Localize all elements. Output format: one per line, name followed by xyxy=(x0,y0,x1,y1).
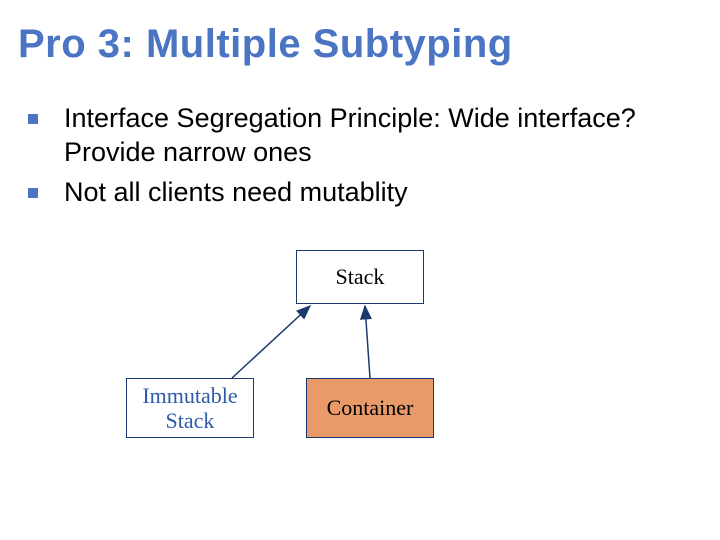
arrow-immutable-to-stack xyxy=(232,306,310,378)
box-immutable-stack: Immutable Stack xyxy=(126,378,254,438)
bullet-list: Interface Segregation Principle: Wide in… xyxy=(28,102,688,215)
box-stack: Stack xyxy=(296,250,424,304)
arrow-container-to-stack xyxy=(365,306,370,378)
slide-title: Pro 3: Multiple Subtyping xyxy=(18,22,513,67)
inheritance-diagram: Stack Immutable Stack Container xyxy=(0,250,720,500)
bullet-item: Interface Segregation Principle: Wide in… xyxy=(28,102,688,170)
bullet-item: Not all clients need mutablity xyxy=(28,176,688,210)
bullet-text: Not all clients need mutablity xyxy=(64,176,408,210)
bullet-text: Interface Segregation Principle: Wide in… xyxy=(64,102,688,170)
box-container: Container xyxy=(306,378,434,438)
square-bullet-icon xyxy=(28,188,38,198)
square-bullet-icon xyxy=(28,114,38,124)
